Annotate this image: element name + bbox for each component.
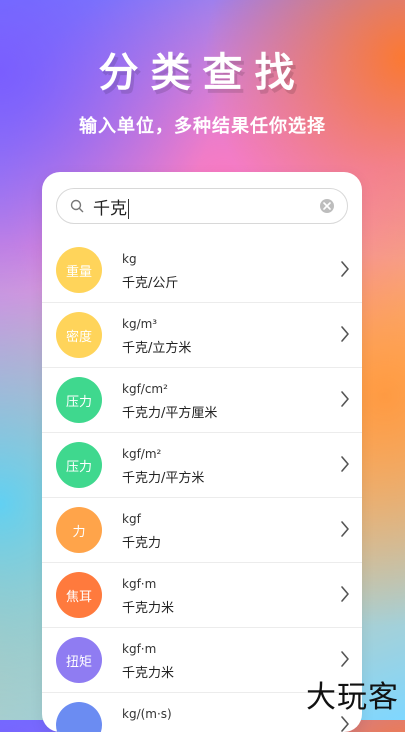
list-item[interactable]: 密度 kg/m³ 千克/立方米 [42,303,362,368]
chevron-right-icon [340,260,350,278]
unit-name: 千克力米 [122,601,175,616]
clear-icon[interactable] [319,198,335,214]
category-badge: 压力 [56,442,102,488]
list-item[interactable]: 压力 kgf/cm² 千克力/平方厘米 [42,368,362,433]
chevron-right-icon [340,715,350,732]
category-badge: 重量 [56,247,102,293]
category-badge: 扭矩 [56,637,102,683]
chevron-right-icon [340,585,350,603]
hero-subtitle: 输入单位，多种结果任你选择 [79,116,326,137]
results-card: 千克 重量 kg 千克/公斤密度 kg/m³ 千克/立方米压力 kgf/cm² 千克力/平方… [42,172,362,732]
unit-symbol: kgf/m² [122,447,162,461]
unit-name: 千克力米 [122,666,175,681]
unit-symbol: kg/m³ [122,317,158,331]
unit-name: 千克力/平方米 [122,471,205,486]
unit-symbol: kgf·m [122,642,157,656]
watermark: 大玩客 [306,680,399,715]
list-item[interactable]: 焦耳 kgf·m 千克力米 [42,563,362,628]
unit-name: 千克力 [122,536,162,551]
unit-symbol: kgf/cm² [122,382,168,396]
unit-name: 千克/立方米 [122,341,192,356]
list-item[interactable]: 力 kgf 千克力 [42,498,362,563]
unit-symbol: kg/(m·s) [122,707,172,721]
unit-name: 千克力/平方厘米 [122,406,218,421]
chevron-right-icon [340,390,350,408]
category-badge: 焦耳 [56,572,102,618]
chevron-right-icon [340,455,350,473]
unit-symbol: kgf [122,512,141,526]
search-value: 千克 [93,198,129,219]
list-item[interactable]: 重量 kg 千克/公斤 [42,238,362,303]
unit-symbol: kg [122,252,137,266]
category-badge [56,702,102,732]
unit-name: 千克/公斤 [122,276,179,291]
unit-symbol: kgf·m [122,577,157,591]
category-badge: 力 [56,507,102,553]
category-badge: 压力 [56,377,102,423]
search-icon [65,199,89,213]
result-list: 重量 kg 千克/公斤 密度 kg/m³ 千克/立方米 压力 kgf/cm² 千克力/平方厘米压… [42,238,362,732]
list-item[interactable]: 压力 kgf/m² 千克力/平方米 [42,433,362,498]
hero-title: 分类查找 [98,50,307,96]
chevron-right-icon [340,325,350,343]
search-input[interactable]: 千克 [56,188,348,224]
chevron-right-icon [340,650,350,668]
chevron-right-icon [340,520,350,538]
category-badge: 密度 [56,312,102,358]
